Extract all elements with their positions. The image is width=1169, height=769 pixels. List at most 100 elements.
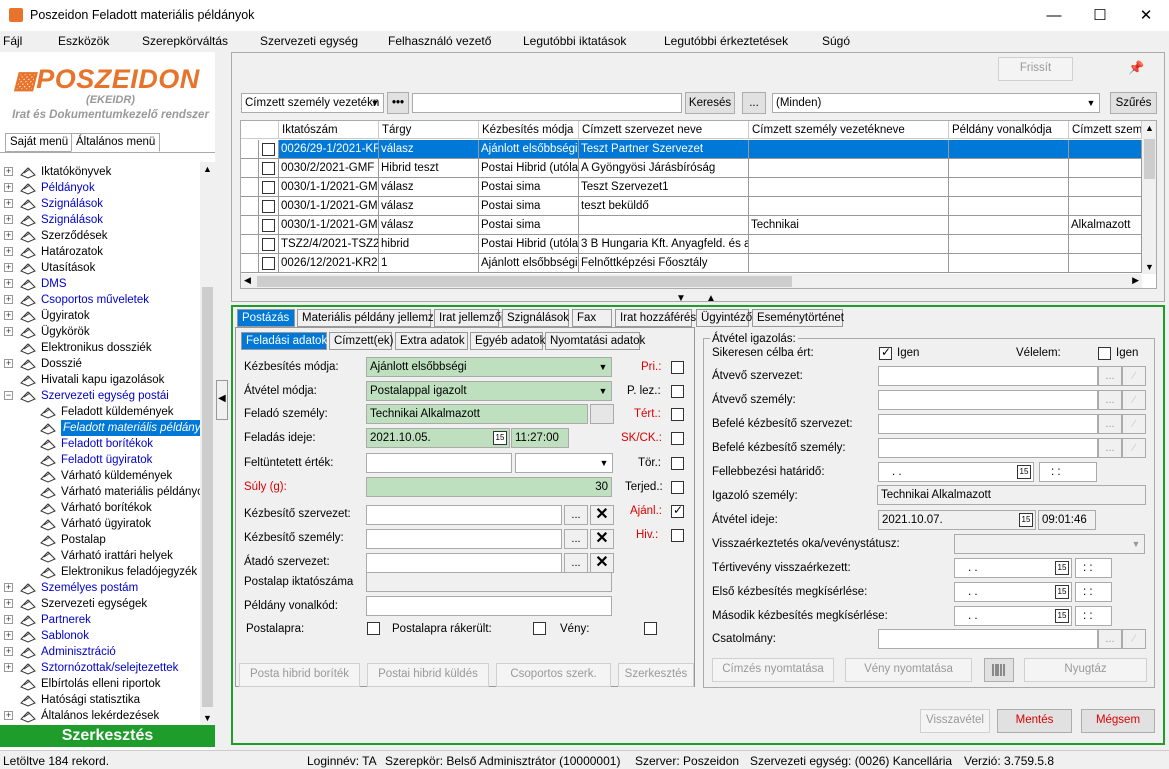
receipt-button-2[interactable]: Nyugtáz <box>1024 658 1147 682</box>
sender-browse-button[interactable] <box>590 404 614 424</box>
tab--gyint-z-[interactable]: Ügyintéző <box>696 309 752 327</box>
expand-icon[interactable]: + <box>4 199 13 208</box>
expand-icon[interactable]: + <box>4 663 13 672</box>
receipt-browse-3[interactable]: ... <box>1098 438 1122 458</box>
tree-item[interactable]: + Ügykörök <box>0 324 200 340</box>
weight-input[interactable]: 30 <box>366 477 612 497</box>
tree-item[interactable]: + Adminisztráció <box>0 644 200 660</box>
expand-icon[interactable]: + <box>4 359 13 368</box>
receipt-browse-1[interactable]: ... <box>1098 390 1122 410</box>
tree-item[interactable]: + Partnerek <box>0 612 200 628</box>
verifier-field[interactable]: Technikai Alkalmazott <box>877 485 1146 505</box>
tree-item[interactable]: Elektronikus dossziék <box>0 340 200 356</box>
tree-item[interactable]: + Példányok <box>0 180 200 196</box>
subtab-1[interactable]: Címzett(ek) <box>329 332 393 350</box>
menu-help[interactable]: Súgó <box>822 34 850 48</box>
receipt-clear-1[interactable]: ⁄ <box>1122 390 1146 410</box>
receipt-button-0[interactable]: Címzés nyomtatása <box>712 658 834 682</box>
tree-item[interactable]: + Határozatok <box>0 244 200 260</box>
expand-icon[interactable]: + <box>4 183 13 192</box>
grid-hscrollbar[interactable]: ◀ ▶ <box>241 274 1142 288</box>
expand-icon[interactable]: + <box>4 295 13 304</box>
appeal-deadline-date[interactable]: . . 15 <box>878 462 1034 482</box>
flag-checkbox-0[interactable] <box>671 361 684 374</box>
table-row[interactable]: 0030/1-1/2021-GMI válasz Postai sima Teszt … <box>241 178 1142 197</box>
lower-time-2[interactable]: : : <box>1075 606 1112 626</box>
postalap-number-field[interactable] <box>366 572 612 592</box>
tab-materi-lis-p-ld-ny-jellemz-i[interactable]: Materiális példány jellemzői <box>297 309 443 327</box>
receipt-date-field[interactable]: 2021.10.07. 15 <box>878 510 1036 530</box>
search-input[interactable] <box>412 93 682 113</box>
tree-item[interactable]: Hivatali kapu igazolások <box>0 372 200 388</box>
tree-item[interactable]: + Sablonok <box>0 628 200 644</box>
collapse-icon[interactable]: − <box>4 391 13 400</box>
splitter-down-icon[interactable]: ▼ <box>676 293 686 304</box>
minimize-button[interactable]: — <box>1031 0 1077 31</box>
tree-item[interactable]: Várható irattári helyek <box>0 548 200 564</box>
flag-checkbox-6[interactable]: ✓ <box>671 503 684 518</box>
calendar-icon[interactable]: 15 <box>1019 513 1033 527</box>
flag-checkbox-5[interactable] <box>671 481 684 494</box>
bottom-button-3[interactable]: Szerkesztés <box>618 663 694 687</box>
menu-recent-arrivals[interactable]: Legutóbbi érkeztetések <box>664 34 788 48</box>
expand-icon[interactable]: + <box>4 263 13 272</box>
tab-irat-hozz-f-r-s[interactable]: Irat hozzáférés <box>615 309 696 327</box>
flag-checkbox-7[interactable] <box>671 529 684 542</box>
subtab-0[interactable]: Feladási adatok <box>241 332 327 350</box>
courier-person-browse-button[interactable]: ... <box>564 529 588 549</box>
maximize-button[interactable]: ☐ <box>1077 0 1123 31</box>
expand-icon[interactable]: + <box>4 599 13 608</box>
browse-button[interactable]: ... <box>742 92 766 114</box>
handover-org-input[interactable] <box>366 553 562 573</box>
subtab-3[interactable]: Egyéb adatok <box>470 332 545 350</box>
filter-field-select[interactable]: Címzett személy vezetékn ▼ <box>241 93 384 113</box>
tree-item[interactable]: + Általános lekérdezések <box>0 708 200 724</box>
lower-date-0[interactable]: . . 15 <box>954 558 1072 578</box>
tab-fax[interactable]: Fax <box>572 309 612 327</box>
tree-item[interactable]: + Szerződések <box>0 228 200 244</box>
barcode-input[interactable] <box>366 596 612 616</box>
tab-own-menu[interactable]: Saját menü <box>5 133 74 152</box>
receipt-browse-2[interactable]: ... <box>1098 414 1122 434</box>
tab-esem-nyt-rt-net[interactable]: Eseménytörténet <box>752 309 844 327</box>
left-edit-button[interactable]: Szerkesztés <box>0 725 215 747</box>
receipt-time-field[interactable]: 09:01:46 <box>1038 510 1096 530</box>
expand-icon[interactable]: + <box>4 311 13 320</box>
menu-file[interactable]: Fájl <box>3 34 22 48</box>
grid-header[interactable]: Címzett szemé <box>1069 121 1142 139</box>
flag-checkbox-2[interactable] <box>671 408 684 421</box>
row-checkbox[interactable] <box>262 162 275 175</box>
menu-org-unit[interactable]: Szervezeti egység <box>260 34 358 48</box>
tree-item[interactable]: + Csoportos műveletek <box>0 292 200 308</box>
declared-value-input[interactable] <box>366 453 512 473</box>
tab-szign-l-sok[interactable]: Szignálások <box>502 309 569 327</box>
tree-item[interactable]: + DMS <box>0 276 200 292</box>
send-time-field[interactable]: 11:27:00 <box>511 428 569 448</box>
expand-icon[interactable]: + <box>4 615 13 624</box>
tree-item[interactable]: Hatósági statisztika <box>0 692 200 708</box>
courier-org-input[interactable] <box>366 505 562 525</box>
expand-icon[interactable]: + <box>4 167 13 176</box>
grid-header[interactable]: Címzett szervezet neve <box>579 121 749 139</box>
return-reason-select[interactable]: ▼ <box>954 534 1145 554</box>
presumption-checkbox[interactable] <box>1098 347 1111 360</box>
row-checkbox[interactable] <box>262 257 275 270</box>
expand-icon[interactable]: + <box>4 279 13 288</box>
row-checkbox[interactable] <box>262 200 275 213</box>
appeal-deadline-time[interactable]: : : <box>1039 462 1097 482</box>
expand-icon[interactable]: + <box>4 231 13 240</box>
postalapra-rakerult-checkbox[interactable] <box>533 622 546 635</box>
attachment-input[interactable] <box>878 629 1098 649</box>
menu-tools[interactable]: Eszközök <box>58 34 109 48</box>
postalapra-checkbox[interactable] <box>367 622 380 635</box>
table-row[interactable]: 0030/2/2021-GMF Hibrid teszt Postai Hibrid… <box>241 159 1142 178</box>
tree-item[interactable]: Várható borítékok <box>0 500 200 516</box>
success-checkbox[interactable]: ✓ <box>879 345 892 360</box>
calendar-icon[interactable]: 15 <box>1055 609 1069 623</box>
expand-icon[interactable]: + <box>4 647 13 656</box>
splitter-up-icon[interactable]: ▲ <box>706 293 716 304</box>
receipt-browse-0[interactable]: ... <box>1098 366 1122 386</box>
tree-item[interactable]: Várható materiális példányok <box>0 484 200 500</box>
status-filter-select[interactable]: (Minden) ▼ <box>772 93 1100 113</box>
tree-scrollbar[interactable]: ▲ ▼ <box>200 162 215 725</box>
